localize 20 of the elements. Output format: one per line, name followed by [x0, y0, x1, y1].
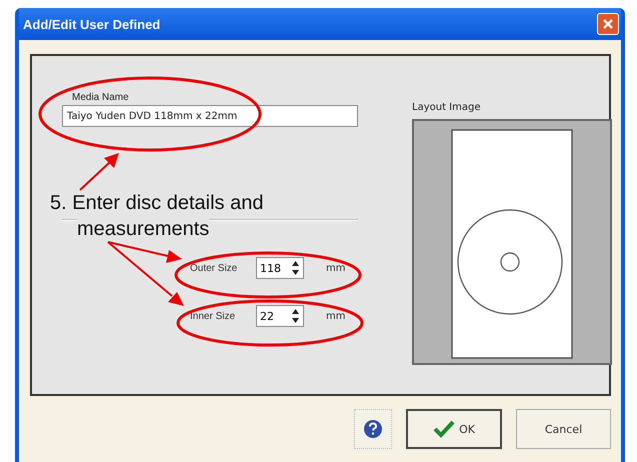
- size-field[interactable]: 118: [256, 257, 304, 279]
- size-field[interactable]: 22: [256, 305, 304, 327]
- checkmark-icon: [433, 420, 456, 438]
- field-label: Inner Size: [190, 310, 236, 322]
- close-icon: [602, 18, 614, 30]
- spinner-icon: [291, 307, 300, 325]
- unit-label: mm: [326, 310, 346, 322]
- help-button[interactable]: [354, 409, 392, 449]
- media-name-field[interactable]: Taiyo Yuden DVD 118mm x 22mm: [62, 105, 358, 127]
- annotation-arrow: [79, 153, 119, 191]
- field-label: Media Name: [72, 92, 129, 103]
- question-mark-icon: [363, 419, 383, 439]
- unit-label: mm: [326, 262, 346, 274]
- cancel-button[interactable]: Cancel: [516, 409, 611, 449]
- window-title: Add/Edit User Defined: [23, 16, 160, 32]
- spinner-icon: [291, 259, 300, 277]
- ok-button[interactable]: OK: [406, 409, 502, 449]
- field-label: Layout Image: [412, 102, 482, 113]
- close-button[interactable]: [597, 13, 619, 35]
- field-label: Outer Size: [190, 262, 238, 274]
